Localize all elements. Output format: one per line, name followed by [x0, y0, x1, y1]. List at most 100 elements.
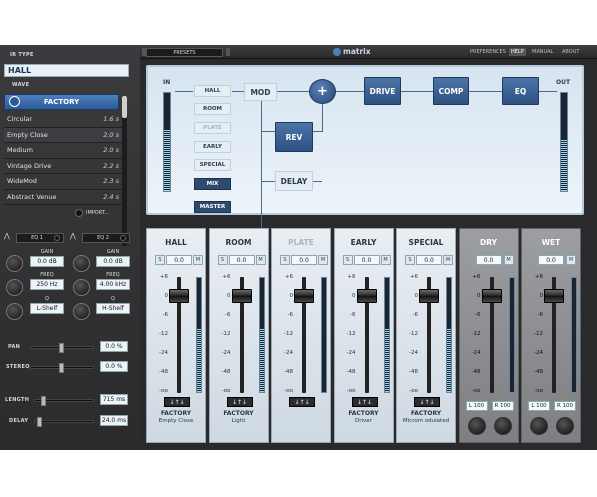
pan-field[interactable]: 0.0 % [100, 341, 128, 352]
source-plate[interactable]: PLATE [194, 122, 231, 134]
rev-block[interactable]: REV [275, 122, 313, 152]
channel-level-field[interactable]: 0.0 [166, 255, 192, 265]
mute-button[interactable]: M [193, 255, 203, 265]
eq2-shape-icon[interactable]: ⋀ [70, 232, 80, 242]
presets-arrow-icon[interactable] [226, 48, 230, 56]
channel-level-field[interactable]: 0.0 [353, 255, 380, 265]
fader-handle[interactable] [294, 289, 314, 303]
length-slider[interactable] [34, 396, 94, 406]
source-hall[interactable]: HALL [194, 85, 231, 97]
eq1-toggle[interactable]: EQ 1 [16, 233, 64, 243]
eq1-type-field[interactable]: L-Shelf [30, 303, 64, 314]
eq1-q-knob[interactable] [6, 303, 23, 320]
ir-list-item[interactable]: Circular 1.6 s [4, 112, 122, 128]
mute-button[interactable]: M [566, 255, 576, 265]
mute-button[interactable]: M [380, 255, 391, 265]
eq2-gain-field[interactable]: 0.0 dB [96, 256, 130, 267]
channel-level-field[interactable]: 0.0 [538, 255, 564, 265]
solo-button[interactable]: S [342, 255, 353, 265]
stereo-slider[interactable] [30, 363, 94, 373]
eq-block[interactable]: EQ [502, 77, 539, 105]
stereo-field[interactable]: 0.0 % [100, 361, 128, 372]
ir-list-item[interactable]: Abstract Venue 2.4 s [4, 190, 122, 205]
fader-handle[interactable] [481, 289, 502, 303]
pan-right-knob[interactable] [556, 417, 574, 435]
mute-button[interactable]: M [503, 255, 514, 265]
delay-handle[interactable] [37, 417, 42, 427]
fader-handle[interactable] [419, 289, 439, 303]
eq1-gain-field[interactable]: 0.0 dB [30, 256, 64, 267]
phase-invert-button[interactable]: ↓↑↓ [164, 397, 190, 407]
length-handle[interactable] [41, 396, 46, 406]
phase-invert-button[interactable]: ↓↑↓ [289, 397, 315, 407]
solo-button[interactable]: S [405, 255, 415, 265]
mod-block[interactable]: MOD [244, 83, 277, 101]
pan-handle[interactable] [59, 343, 64, 353]
pan-left-knob[interactable] [467, 417, 486, 435]
delay-field[interactable]: 24.0 ms [100, 415, 128, 426]
source-mix[interactable]: MIX [194, 178, 231, 190]
eq1-shape-icon[interactable]: ⋀ [4, 232, 14, 242]
pan-left-field[interactable]: L 100 [528, 401, 550, 411]
menu-manual[interactable]: MANUAL [532, 49, 553, 55]
master-button[interactable]: MASTER [194, 201, 231, 213]
comp-block[interactable]: COMP [433, 77, 469, 105]
eq2-freq-field[interactable]: 4.00 kHz [96, 279, 130, 290]
fader-handle[interactable] [231, 289, 252, 303]
eq2-q-knob[interactable] [73, 303, 90, 320]
phase-invert-button[interactable]: ↓↑↓ [226, 397, 253, 407]
phase-invert-button[interactable]: ↓↑↓ [414, 397, 440, 407]
channel-strip-wet: WET 0.0 M +6 0 -6 -12 -24 -48 -oo L 100 R 100 [521, 228, 581, 443]
length-field[interactable]: 715 ms [100, 394, 128, 405]
eq2-toggle[interactable]: EQ 2 [82, 233, 130, 243]
menu-preferences[interactable]: PREFERENCES [470, 49, 506, 55]
stereo-handle[interactable] [59, 363, 64, 373]
channel-level-field[interactable]: 0.0 [291, 255, 317, 265]
mute-button[interactable]: M [318, 255, 328, 265]
channel-name: EARLY [350, 238, 377, 247]
presets-button[interactable]: PRESETS [146, 48, 223, 57]
mute-button[interactable]: M [255, 255, 266, 265]
source-early[interactable]: EARLY [194, 141, 231, 153]
pan-left-knob[interactable] [530, 417, 548, 435]
mute-button[interactable]: M [443, 255, 453, 265]
drive-block[interactable]: DRIVE [364, 77, 401, 105]
channel-preset: FACTORY [160, 410, 192, 417]
ir-list-item[interactable]: Medium 2.0 s [4, 143, 122, 159]
pan-right-knob[interactable] [493, 417, 512, 435]
phase-invert-button[interactable]: ↓↑↓ [351, 397, 378, 407]
solo-button[interactable]: S [217, 255, 228, 265]
solo-button[interactable]: S [155, 255, 165, 265]
channel-level-field[interactable]: 0.0 [416, 255, 442, 265]
solo-button[interactable]: S [280, 255, 290, 265]
eq1-gain-knob[interactable] [6, 255, 23, 272]
pan-right-field[interactable]: R 100 [554, 401, 576, 411]
fader-handle[interactable] [356, 289, 377, 303]
scroll-thumb[interactable] [122, 96, 127, 118]
eq2-type-field[interactable]: H-Shelf [96, 303, 130, 314]
source-special[interactable]: SPECIAL [194, 159, 231, 171]
eq2-freq-knob[interactable] [73, 279, 90, 296]
import-button[interactable]: IMPORT... [75, 208, 125, 218]
source-room[interactable]: ROOM [194, 103, 231, 115]
ir-type-select[interactable]: HALL [4, 64, 129, 77]
eq1-freq-knob[interactable] [6, 279, 23, 296]
ir-list-item[interactable]: Vintage Drive 2.2 s [4, 159, 122, 174]
fader-handle[interactable] [544, 289, 564, 303]
ir-list-scrollbar[interactable] [122, 96, 127, 246]
menu-help[interactable]: HELP [509, 48, 526, 56]
fader-handle[interactable] [169, 289, 189, 303]
eq2-gain-knob[interactable] [73, 255, 90, 272]
eq1-freq-field[interactable]: 250 Hz [30, 279, 64, 290]
pan-left-field[interactable]: L 100 [465, 401, 488, 411]
factory-button[interactable]: FACTORY [4, 94, 119, 110]
pan-right-field[interactable]: R 100 [491, 401, 514, 411]
channel-level-field[interactable]: 0.0 [228, 255, 255, 265]
pan-slider[interactable] [30, 343, 94, 353]
delay-block[interactable]: DELAY [275, 171, 313, 191]
channel-level-field[interactable]: 0.0 [475, 255, 502, 265]
delay-slider[interactable] [34, 417, 94, 427]
menu-about[interactable]: ABOUT [562, 49, 579, 55]
ir-list-item[interactable]: WideMod 2.3 s [4, 174, 122, 190]
ir-list-item[interactable]: Empty Close 2.0 s [4, 127, 122, 143]
